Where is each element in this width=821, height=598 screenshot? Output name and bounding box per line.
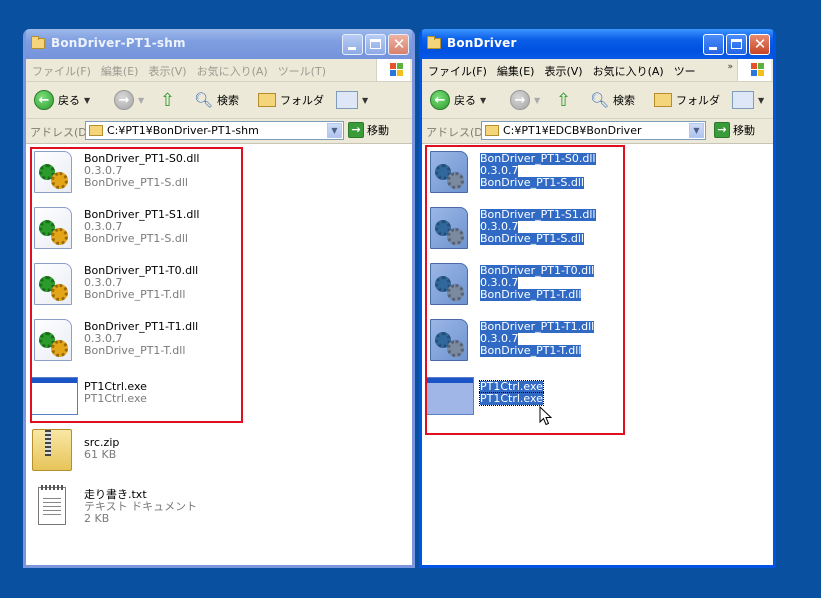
go-arrow-icon: → (348, 122, 364, 138)
address-label: アドレス(D) (426, 126, 488, 139)
folder-icon (427, 36, 441, 49)
folder-icon (485, 125, 499, 136)
views-button[interactable]: ▼ (336, 89, 368, 111)
minimize-button[interactable] (703, 34, 724, 55)
folders-icon (258, 93, 276, 107)
back-arrow-icon: ← (34, 90, 54, 110)
chevron-down-icon: ▼ (480, 95, 487, 105)
address-input[interactable]: C:¥PT1¥BonDriver-PT1-shm ▼ (85, 121, 344, 140)
zip-folder-icon (32, 429, 72, 471)
window-title: BonDriver-PT1-shm (51, 36, 186, 50)
menu-bar: ファイル(F) 編集(E) 表示(V) お気に入り(A) ツール(T) (26, 59, 412, 82)
close-icon: ✕ (753, 35, 767, 53)
highlight-box-left (30, 147, 243, 423)
back-label: 戻る (58, 94, 80, 107)
go-button[interactable]: → 移動 (714, 122, 755, 138)
menu-file[interactable]: ファイル(F) (422, 59, 491, 79)
menu-edit[interactable]: 編集(E) (491, 59, 539, 79)
file-size: 2 KB (84, 512, 110, 525)
text-document-icon (38, 485, 66, 525)
up-folder-button[interactable]: ⇧ (160, 89, 175, 111)
chevron-down-icon: ▼ (138, 95, 145, 105)
search-button[interactable]: 🔍︎ 検索 (194, 89, 239, 111)
menu-favorites[interactable]: お気に入り(A) (191, 59, 272, 79)
folders-icon (654, 93, 672, 107)
highlight-box-right (425, 145, 625, 435)
chevron-down-icon: ▼ (758, 95, 765, 105)
file-size: 61 KB (84, 448, 117, 461)
up-folder-icon: ⇧ (160, 89, 176, 111)
address-bar: アドレス(D) C:¥PT1¥BonDriver-PT1-shm ▼ → 移動 (26, 119, 412, 144)
go-arrow-icon: → (714, 122, 730, 138)
search-label: 検索 (613, 94, 636, 107)
menu-view[interactable]: 表示(V) (142, 59, 190, 79)
chevron-down-icon: ▼ (84, 95, 91, 105)
menu-edit[interactable]: 編集(E) (95, 59, 143, 79)
back-button[interactable]: ← 戻る ▼ (34, 89, 90, 111)
menu-file[interactable]: ファイル(F) (26, 59, 95, 79)
forward-arrow-icon: → (114, 90, 134, 110)
close-button[interactable]: ✕ (388, 34, 409, 55)
maximize-icon (731, 39, 742, 49)
file-item[interactable]: src.zip 61 KB (26, 427, 236, 479)
menu-tools[interactable]: ツール(T) (272, 59, 330, 79)
views-button[interactable]: ▼ (732, 89, 764, 111)
windows-logo-icon (737, 59, 771, 81)
window-title: BonDriver (447, 36, 517, 50)
maximize-button[interactable] (726, 34, 747, 55)
address-label: アドレス(D) (30, 126, 92, 139)
title-bar[interactable]: BonDriver ✕ (422, 29, 773, 59)
close-icon: ✕ (392, 35, 406, 53)
menu-overflow-chevron-icon[interactable]: » (727, 62, 733, 72)
chevron-down-icon: ▼ (362, 95, 369, 105)
menu-tools[interactable]: ツー (668, 59, 700, 79)
views-icon (336, 91, 358, 109)
go-button[interactable]: → 移動 (348, 122, 389, 138)
title-bar[interactable]: BonDriver-PT1-shm ✕ (26, 29, 412, 59)
folders-button[interactable]: フォルダ (654, 89, 720, 111)
back-label: 戻る (454, 94, 476, 107)
go-label: 移動 (733, 124, 755, 137)
address-dropdown-button[interactable]: ▼ (327, 123, 342, 138)
folder-icon (89, 125, 103, 136)
go-label: 移動 (367, 124, 389, 137)
search-icon: 🔍︎ (194, 91, 214, 109)
minimize-icon (709, 47, 717, 50)
up-folder-button[interactable]: ⇧ (556, 89, 571, 111)
menu-favorites[interactable]: お気に入り(A) (587, 59, 668, 79)
address-input[interactable]: C:¥PT1¥EDCB¥BonDriver ▼ (481, 121, 706, 140)
up-folder-icon: ⇧ (556, 89, 572, 111)
toolbar: ← 戻る ▼ → ▼ ⇧ 🔍︎ 検索 フォルダ ▼ (26, 82, 412, 119)
file-item[interactable]: 走り書き.txt テキスト ドキュメント 2 KB (26, 483, 236, 535)
menu-view[interactable]: 表示(V) (538, 59, 586, 79)
address-bar: アドレス(D) C:¥PT1¥EDCB¥BonDriver ▼ → 移動 (422, 119, 773, 144)
close-button[interactable]: ✕ (749, 34, 770, 55)
forward-arrow-icon: → (510, 90, 530, 110)
search-button[interactable]: 🔍︎ 検索 (590, 89, 635, 111)
address-text: C:¥PT1¥BonDriver-PT1-shm (107, 124, 259, 137)
folders-label: フォルダ (676, 94, 720, 107)
search-icon: 🔍︎ (590, 91, 610, 109)
maximize-button[interactable] (365, 34, 386, 55)
menu-bar: ファイル(F) 編集(E) 表示(V) お気に入り(A) ツー » (422, 59, 773, 82)
search-label: 検索 (217, 94, 240, 107)
back-button[interactable]: ← 戻る ▼ (430, 89, 486, 111)
maximize-icon (370, 39, 381, 49)
address-text: C:¥PT1¥EDCB¥BonDriver (503, 124, 642, 137)
back-arrow-icon: ← (430, 90, 450, 110)
folders-label: フォルダ (280, 94, 324, 107)
minimize-button[interactable] (342, 34, 363, 55)
minimize-icon (348, 47, 356, 50)
chevron-down-icon: ▼ (534, 95, 541, 105)
folder-icon (31, 36, 45, 49)
windows-logo-icon (376, 59, 410, 81)
forward-button[interactable]: → ▼ (510, 89, 540, 111)
forward-button[interactable]: → ▼ (114, 89, 144, 111)
folders-button[interactable]: フォルダ (258, 89, 324, 111)
address-dropdown-button[interactable]: ▼ (689, 123, 704, 138)
toolbar: ← 戻る ▼ → ▼ ⇧ 🔍︎ 検索 フォルダ ▼ (422, 82, 773, 119)
views-icon (732, 91, 754, 109)
